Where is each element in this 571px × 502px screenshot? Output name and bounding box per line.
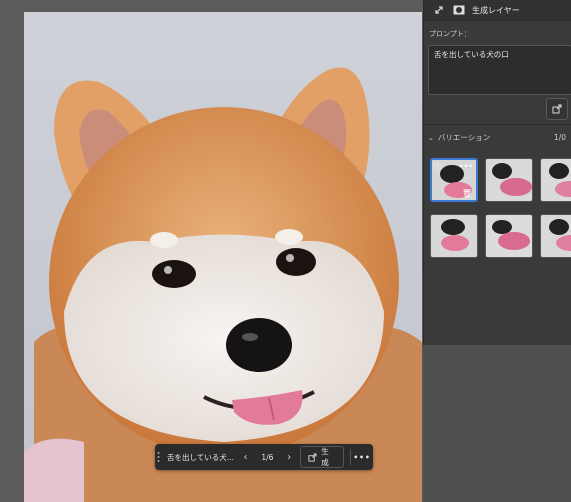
delete-icon[interactable]: 🗑 xyxy=(462,189,472,198)
layer-mask-icon xyxy=(452,3,466,17)
export-icon xyxy=(308,452,317,462)
variations-label: バリエーション xyxy=(437,133,491,142)
next-variation-button[interactable]: › xyxy=(282,447,296,467)
variations-count: 1/0 xyxy=(553,133,566,142)
panel-divider xyxy=(424,124,571,125)
export-icon xyxy=(552,104,562,114)
prompt-label: プロンプト： xyxy=(429,30,471,38)
chevron-down-icon: ⌄ xyxy=(428,133,434,142)
chevron-left-icon: ‹ xyxy=(243,451,248,463)
taskbar-prompt[interactable]: 舌を出している犬... xyxy=(163,452,239,463)
collapse-icon[interactable] xyxy=(432,3,446,17)
more-options-button[interactable]: ••• xyxy=(351,453,373,462)
info-icon: ⓘ xyxy=(434,163,442,172)
generate-label: 生成 xyxy=(321,447,329,467)
previous-variation-button[interactable]: ‹ xyxy=(239,447,253,467)
generative-layer-panel: 生成レイヤー プロンプト： 舌を出している犬の口 ⌄ バリエーション 1/0 ⓘ… xyxy=(423,0,571,345)
variation-counter: 1/6 xyxy=(261,452,274,462)
more-options-icon[interactable]: ••• xyxy=(459,162,473,171)
variation-thumbnail-4[interactable] xyxy=(430,214,478,258)
generate-button[interactable] xyxy=(546,98,568,120)
variation-thumbnail-6[interactable] xyxy=(540,214,571,258)
variation-thumbnail-2[interactable] xyxy=(485,158,533,202)
drag-handle-icon[interactable] xyxy=(155,444,163,470)
panel-header: 生成レイヤー xyxy=(424,0,571,21)
variations-header[interactable]: ⌄ バリエーション 1/0 xyxy=(428,132,566,143)
variation-thumbnail-5[interactable] xyxy=(485,214,533,258)
image-canvas[interactable] xyxy=(24,12,422,502)
variation-thumbnail-1[interactable]: ⓘ ••• 🗑 xyxy=(430,158,478,202)
panel-title: 生成レイヤー xyxy=(472,5,520,15)
chevron-right-icon: › xyxy=(287,451,292,463)
prompt-value: 舌を出している犬の口 xyxy=(434,50,509,59)
contextual-taskbar: 舌を出している犬... ‹ 1/6 › 生成 ••• xyxy=(155,444,373,470)
variation-thumbnail-3[interactable] xyxy=(540,158,571,202)
prompt-input[interactable]: 舌を出している犬の口 xyxy=(428,45,571,95)
dog-photo xyxy=(24,67,422,502)
panel-empty-area xyxy=(423,345,571,502)
generate-button[interactable]: 生成 xyxy=(300,446,345,468)
